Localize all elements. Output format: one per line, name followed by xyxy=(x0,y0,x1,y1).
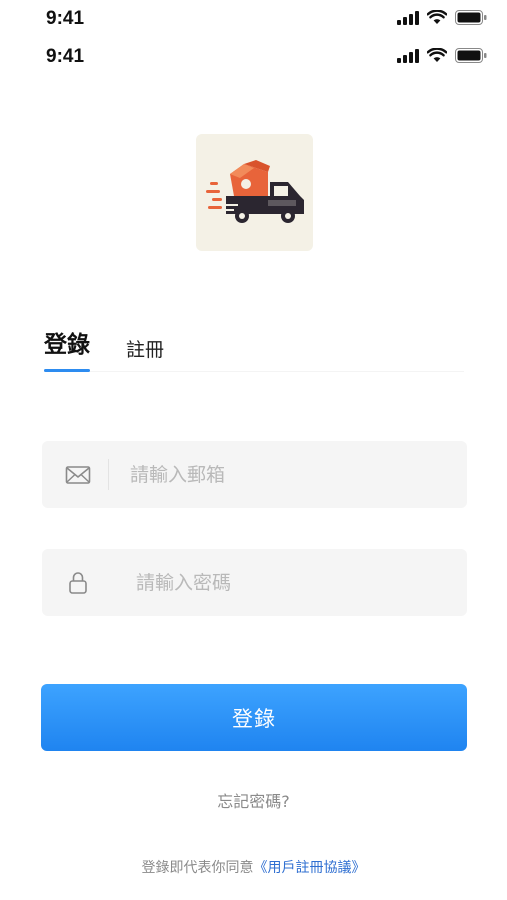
email-input[interactable] xyxy=(130,441,450,508)
status-icons-secondary xyxy=(397,48,487,63)
user-agreement-link[interactable]: 《用戶註冊協議》 xyxy=(254,860,366,876)
lock-icon xyxy=(69,572,87,594)
app-logo xyxy=(196,134,313,251)
agreement-prefix: 登錄即代表你同意 xyxy=(141,860,254,876)
login-button[interactable]: 登錄 xyxy=(41,684,467,751)
email-field xyxy=(42,441,467,508)
tab-login[interactable]: 登錄 xyxy=(44,325,90,359)
cellular-signal-icon xyxy=(397,10,419,25)
auth-tabs: 登錄 註冊 xyxy=(44,325,464,375)
delivery-truck-logo-icon xyxy=(206,160,304,223)
password-field xyxy=(42,549,467,616)
status-bar: 9:41 xyxy=(0,6,507,34)
forgot-password-link[interactable]: 忘記密碼? xyxy=(0,788,507,812)
battery-icon xyxy=(455,48,487,63)
cellular-signal-icon xyxy=(397,48,419,63)
wifi-icon xyxy=(427,10,447,24)
agreement-text: 登錄即代表你同意《用戶註冊協議》 xyxy=(0,857,507,877)
field-divider xyxy=(108,459,109,490)
active-tab-indicator xyxy=(44,369,90,372)
status-time: 9:41 xyxy=(46,8,85,29)
tab-register[interactable]: 註冊 xyxy=(126,335,164,362)
password-input[interactable] xyxy=(136,549,456,616)
status-time-secondary: 9:41 xyxy=(46,46,85,67)
envelope-icon xyxy=(65,466,91,484)
status-icons xyxy=(397,10,487,25)
tabs-divider xyxy=(44,371,464,372)
battery-icon xyxy=(455,10,487,25)
wifi-icon xyxy=(427,48,447,62)
status-bar-secondary: 9:41 xyxy=(0,44,507,72)
